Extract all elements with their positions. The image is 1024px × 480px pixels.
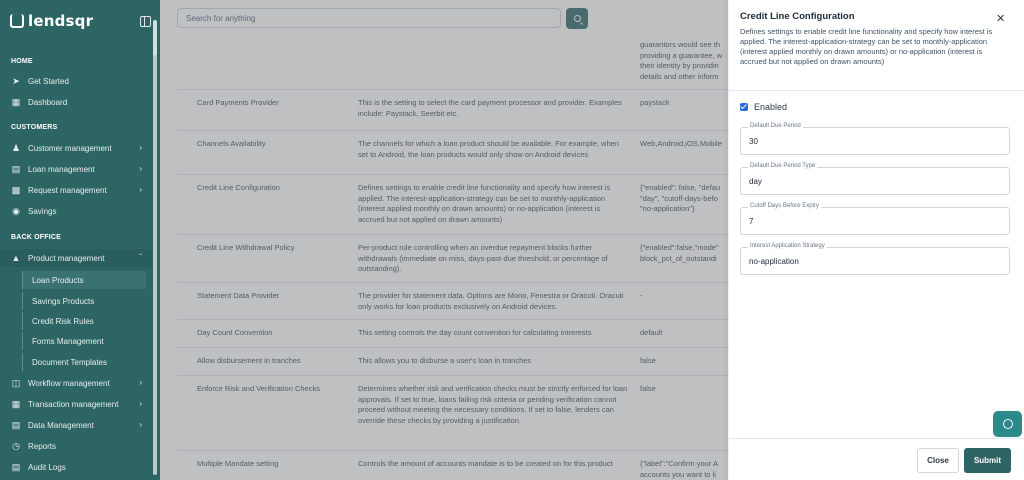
sidebar-subitem-document-templates[interactable]: Document Templates [22,353,146,371]
divider [729,90,1024,91]
brand-logo[interactable]: lendsqr [10,12,93,30]
brand-name: lendsqr [28,12,94,30]
panel-title: Credit Line Configuration [740,11,855,22]
field-value: 30 [749,137,758,146]
default-due-period-field[interactable]: Default Due Period 30 [740,123,1010,155]
sidebar-subitem-savings-products[interactable]: Savings Products [22,292,146,310]
chevron-up-icon: ˆ [139,253,142,262]
sidebar-subitem-loan-products[interactable]: Loan Products [22,271,146,289]
field-value: 7 [749,217,754,226]
field-label: Default Due Period [748,123,803,129]
workflow-icon: ◫ [11,377,21,388]
sidebar-subitem-credit-risk-rules[interactable]: Credit Risk Rules [22,312,146,330]
users-icon: ♟ [11,142,21,153]
request-icon: ▩ [11,184,21,195]
panel-description: Defines settings to enable credit line f… [740,27,993,66]
close-button[interactable]: Close [917,448,959,473]
sidebar-item-label: Dashboard [28,97,68,107]
sidebar-item-loan-management[interactable]: ▤ Loan management › [0,160,152,178]
sidebar-item-product-management[interactable]: ▲ Product management ˆ [0,249,152,267]
sidebar-item-savings[interactable]: ◉ Savings [0,202,152,220]
sidebar-item-get-started[interactable]: ➤ Get Started [0,72,152,90]
sidebar-collapse-icon[interactable] [140,16,151,27]
chevron-right-icon: › [139,143,142,152]
piggy-bank-icon: ◉ [12,205,20,216]
loan-icon: ▤ [11,163,21,174]
sidebar-item-label: Loan management [28,164,95,174]
sidebar-item-label: Get Started [28,76,69,86]
default-due-period-type-field[interactable]: Default Due Period Type day [740,163,1010,195]
sidebar-item-label: Reports [28,441,57,451]
audit-log-icon: ▤ [11,461,21,472]
field-value: no-application [749,257,799,266]
chevron-right-icon: › [139,185,142,194]
field-label: Cutoff Days Before Expiry [748,203,821,209]
section-home: HOME [11,58,33,65]
sidebar-item-label: Transaction management [28,399,119,409]
section-customers: CUSTOMERS [11,124,58,131]
chat-icon [1002,419,1013,429]
chevron-right-icon: › [139,399,142,408]
submit-button[interactable]: Submit [964,448,1011,473]
chevron-right-icon: › [139,378,142,387]
database-icon: ▤ [11,419,21,430]
rocket-icon: ➤ [12,75,20,86]
sidebar-item-request-management[interactable]: ▩ Request management › [0,181,152,199]
chevron-right-icon: › [139,420,142,429]
transaction-icon: ▦ [11,398,21,409]
field-label: Default Due Period Type [748,163,818,169]
sidebar-scrollbar-thumb[interactable] [153,55,157,475]
sidebar-item-label: Product management [28,253,105,263]
sidebar-item-label: Customer management [28,143,112,153]
modal-backdrop[interactable] [160,0,728,480]
sidebar: lendsqr HOME ➤ Get Started ▦ Dashboard CUS… [0,0,160,480]
dashboard-icon: ▦ [11,96,21,107]
lendsqr-logo-icon [10,14,24,28]
product-icon: ▲ [11,253,21,263]
sidebar-item-label: Savings [28,206,57,216]
enabled-checkbox-row[interactable]: Enabled [740,102,787,112]
divider [729,438,1024,439]
sidebar-item-customer-management[interactable]: ♟ Customer management › [0,139,152,157]
chevron-right-icon: › [139,164,142,173]
close-icon[interactable]: ✕ [996,12,1005,25]
enabled-checkbox[interactable] [740,103,748,111]
sidebar-item-transaction-management[interactable]: ▦ Transaction management › [0,395,152,413]
sidebar-item-label: Audit Logs [28,462,66,472]
field-label: Interest Application Strategy [748,243,827,249]
sidebar-item-label: Request management [28,185,107,195]
sidebar-item-label: Workflow management [28,378,110,388]
enabled-label: Enabled [754,102,788,112]
sidebar-item-dashboard[interactable]: ▦ Dashboard [0,93,152,111]
sidebar-item-workflow-management[interactable]: ◫ Workflow management › [0,374,152,392]
sidebar-item-audit-logs[interactable]: ▤ Audit Logs [0,458,152,476]
interest-application-strategy-field[interactable]: Interest Application Strategy no-applica… [740,243,1010,275]
sidebar-item-data-management[interactable]: ▤ Data Management › [0,416,152,434]
section-back-office: BACK OFFICE [11,234,62,241]
report-icon: ◷ [12,440,20,451]
sidebar-item-reports[interactable]: ◷ Reports [0,437,152,455]
cutoff-days-before-expiry-field[interactable]: Cutoff Days Before Expiry 7 [740,203,1010,235]
sidebar-subitem-forms-management[interactable]: Forms Management [22,332,146,350]
field-value: day [749,177,762,186]
chat-button[interactable] [993,411,1022,437]
credit-line-config-panel: Credit Line Configuration ✕ Defines sett… [729,0,1024,480]
sidebar-item-label: Data Management [28,420,94,430]
